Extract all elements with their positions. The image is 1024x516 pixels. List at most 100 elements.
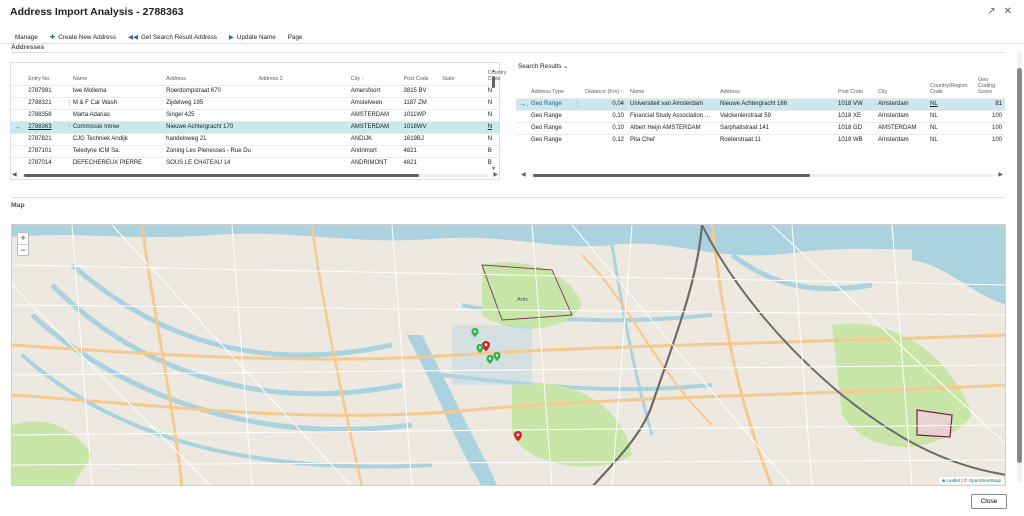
search-result-row[interactable]: → Geo Range ⋮ 0,04 Universiteit van Amsterda… [516, 97, 1005, 110]
col-address-type[interactable]: Address Type [528, 76, 571, 98]
search-result-row[interactable]: Geo Range 0,10 Financial Study Association… [516, 109, 1005, 122]
row-actions-icon[interactable] [62, 84, 70, 97]
row-actions-icon[interactable] [571, 121, 582, 134]
map-marker-result[interactable] [486, 355, 494, 365]
scroll-up-icon[interactable]: ▲ [491, 68, 496, 74]
map-marker-result[interactable] [471, 328, 479, 338]
map[interactable]: Artis + − ■ Leaflet | © OpenStreetMap [11, 224, 1006, 486]
col-result-post-code[interactable]: Post Code [835, 76, 875, 98]
plus-icon: ✚ [49, 34, 56, 41]
action-bar: Manage ✚ Create New Address ◀◀ Get Searc… [0, 30, 1024, 44]
cell-result-city: Amsterdam [875, 109, 927, 122]
row-selected-arrow-icon [11, 108, 26, 121]
scroll-right-icon[interactable]: ▶ [493, 171, 498, 178]
row-actions-icon[interactable] [571, 133, 582, 146]
row-actions-icon[interactable] [62, 132, 70, 145]
addresses-horizontal-scrollbar-thumb[interactable] [24, 174, 419, 177]
col-result-name[interactable]: Name [627, 76, 717, 98]
create-new-address-button[interactable]: ✚ Create New Address [49, 33, 116, 42]
manage-label: Manage [15, 33, 38, 41]
cell-country-region-code: NL [927, 133, 975, 146]
col-address[interactable]: Address [163, 63, 255, 85]
cell-address: Zijdelweg 195 [163, 96, 256, 109]
cell-result-address: Sarphatistraat 141 [717, 121, 835, 134]
cell-result-name: Universiteit van Amsterdam [627, 97, 717, 110]
col-address-2[interactable]: Address 2 [255, 63, 347, 85]
zoom-out-button[interactable]: − [18, 244, 28, 255]
row-actions-icon[interactable] [62, 144, 70, 157]
scroll-left-icon[interactable]: ◀ [12, 171, 17, 178]
openstreetmap-link[interactable]: OpenStreetMap [969, 478, 1001, 483]
scroll-right-icon[interactable]: ▶ [998, 171, 1003, 178]
col-entry-no[interactable]: Entry No. [25, 63, 63, 85]
cell-result-name: Financial Study Association Am... [627, 109, 717, 122]
row-selected-arrow-icon: → [516, 97, 528, 110]
close-icon[interactable]: ✕ [1004, 6, 1012, 17]
map-marker-result[interactable] [493, 352, 501, 362]
search-result-row[interactable]: Geo Range 0,10 Albert Heijn AMSTERDAM Sarph… [516, 121, 1005, 134]
col-country-region-code[interactable]: Country/Region Code [927, 76, 975, 98]
cell-address-2 [255, 120, 348, 133]
close-button[interactable]: Close [971, 494, 1007, 509]
cell-country-region-code: NL [927, 121, 975, 134]
col-geo-coding-score[interactable]: Geo Coding Score [975, 76, 1005, 98]
map-marker-result[interactable] [476, 344, 484, 354]
col-name[interactable]: Name [70, 63, 163, 85]
address-row[interactable]: 2788321⋮M & F Car WashZijdelweg 195 Amste… [11, 96, 499, 109]
cell-state [439, 156, 485, 169]
address-row[interactable]: 2787101 Teledyne ICM Sa. Zoning Les Plenes… [11, 144, 499, 157]
search-result-row[interactable]: Geo Range 0,12 Pita Chef Roeterstraat 11 101… [516, 133, 1005, 146]
addresses-horizontal-scrollbar[interactable]: ◀ ▶ [12, 172, 498, 178]
map-markers [471, 328, 522, 442]
page-menu[interactable]: Page [288, 34, 303, 41]
page-scrollbar[interactable] [1017, 52, 1022, 482]
address-row[interactable]: 2787014 DEFECHEREUX PIERRE SOUS LE CHATEAU… [11, 156, 499, 169]
cell-state [439, 96, 485, 109]
row-actions-icon[interactable]: ⋮ [571, 97, 582, 110]
zoom-in-button[interactable]: + [18, 233, 28, 244]
address-row[interactable]: 2787821 CJG Techniek Andijk handelsweg 21 A… [11, 132, 499, 145]
row-actions-icon[interactable]: ⋮ [62, 96, 70, 109]
search-results-label[interactable]: Search Results ⌄ [518, 62, 568, 70]
col-result-address[interactable]: Address [717, 76, 835, 98]
col-post-code[interactable]: Post Code [401, 63, 440, 85]
row-actions-icon[interactable]: ⋮ [62, 120, 70, 133]
cell-geo-coding-score: 100 [975, 133, 1005, 146]
cell-result-name: Pita Chef [627, 133, 717, 146]
search-results-table-body: → Geo Range ⋮ 0,04 Universiteit van Amsterda… [516, 97, 1005, 146]
page-scrollbar-thumb[interactable] [1017, 68, 1022, 463]
update-name-button[interactable]: ▶ Update Name [229, 33, 276, 42]
search-results-horizontal-scrollbar-thumb[interactable] [533, 174, 810, 177]
map-marker-address[interactable] [514, 431, 522, 442]
row-selected-arrow-icon: → [11, 120, 26, 133]
manage-menu[interactable]: Manage [15, 34, 38, 41]
leaflet-link[interactable]: ■ Leaflet [942, 478, 960, 483]
get-search-result-address-button[interactable]: ◀◀ Get Search Result Address [128, 33, 217, 42]
addresses-vertical-scrollbar[interactable]: ▲ ▼ [490, 68, 497, 172]
cell-name: Teledyne ICM Sa. [69, 144, 164, 157]
get-search-result-address-label: Get Search Result Address [140, 33, 217, 41]
address-row[interactable]: →2788363⋮Commissie IntreeNieuwe Achtergr… [11, 120, 499, 133]
row-actions-icon[interactable] [62, 108, 70, 121]
col-distance[interactable]: Distance (Km) ↑ [582, 76, 627, 98]
cell-post-code: 1187 ZM [400, 96, 440, 109]
cell-city: Andrimort [347, 144, 401, 157]
address-row[interactable]: 2788358 Marta Adarias Singel 425 AMSTERDAM 1… [11, 108, 499, 121]
search-results-title: Search Results [518, 63, 562, 70]
map-divider [11, 197, 1004, 198]
col-result-city[interactable]: City [875, 76, 927, 98]
expand-icon[interactable]: ↗ [987, 6, 995, 17]
col-city[interactable]: City ↑ [348, 63, 401, 85]
cell-result-address: Nieuwe Achtergracht 166 [717, 97, 835, 110]
cell-name: Commissie Intree [69, 120, 164, 133]
address-row[interactable]: 2787991 Iwe Mollema Roerdompstraat 670 Amer… [11, 84, 499, 97]
cell-name: DEFECHEREUX PIERRE [69, 156, 164, 169]
row-actions-icon[interactable] [571, 109, 582, 122]
row-actions-icon[interactable] [62, 156, 70, 169]
scroll-left-icon[interactable]: ◀ [521, 171, 526, 178]
col-state[interactable]: State [439, 63, 485, 85]
chevron-down-icon: ⌄ [561, 63, 569, 70]
cell-entry-no: 2787821 [25, 132, 63, 145]
search-results-horizontal-scrollbar[interactable]: ◀ ▶ [521, 172, 1003, 178]
addresses-vertical-scrollbar-thumb[interactable] [492, 76, 495, 88]
